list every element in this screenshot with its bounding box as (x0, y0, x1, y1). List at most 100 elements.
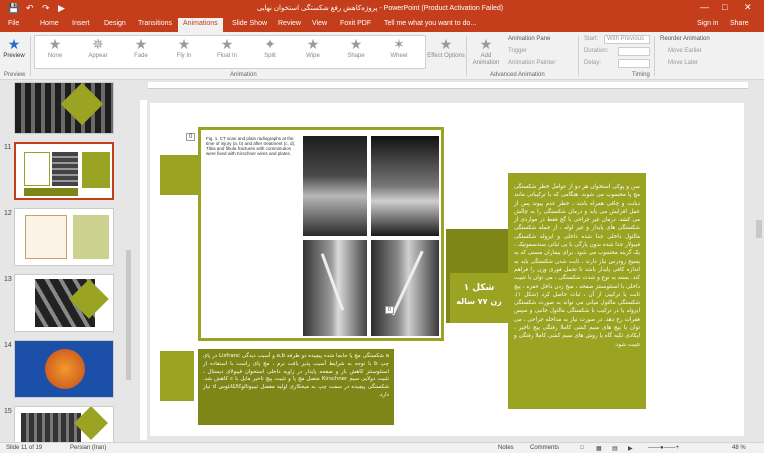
add-animation-icon: ★ (479, 36, 493, 52)
heading-line-1: شکل ۱ (463, 283, 495, 293)
comments-button[interactable]: Comments (530, 445, 559, 451)
slide-number: 11 (4, 144, 12, 151)
undo-icon[interactable]: ↶ (26, 3, 34, 14)
right-body-text[interactable]: سن و پوکی استخوان هر دو از عوامل خطر شکس… (508, 173, 646, 409)
reading-view-icon[interactable]: ▤ (612, 445, 618, 452)
slide-number: 15 (4, 408, 12, 415)
delay-input[interactable] (618, 59, 650, 68)
divider (578, 36, 579, 76)
divider (30, 36, 31, 76)
ct-scan-image-b (371, 136, 439, 236)
save-icon[interactable]: 💾 (8, 3, 19, 14)
tell-me-box[interactable]: Tell me what you want to do... (384, 20, 476, 27)
anim-float-in[interactable]: ★ Float In (206, 36, 248, 59)
tab-review[interactable]: Review (278, 20, 301, 27)
animation-pane-button[interactable]: Animation Pane (508, 36, 550, 42)
anim-shape[interactable]: ★ Shape (335, 36, 377, 59)
thumb-xray (52, 152, 78, 186)
tab-home[interactable]: Home (40, 20, 59, 27)
duration-input[interactable] (618, 47, 650, 56)
star-icon: ★ (177, 36, 191, 52)
normal-view-icon[interactable]: □ (580, 445, 584, 451)
bottom-caption-text[interactable]: a شکستگی مچ پا جابجا شده پیچیده دو طرفه … (198, 349, 394, 425)
status-bar: Slide 11 of 19 Persian (Iran) Notes Comm… (0, 442, 764, 453)
language-indicator[interactable]: Persian (Iran) (70, 445, 106, 451)
slide-scrollbar[interactable] (754, 80, 764, 442)
animation-painter-button[interactable]: Animation Painter (508, 60, 555, 66)
anim-wipe[interactable]: ★ Wipe (292, 36, 334, 59)
redo-icon[interactable]: ↷ (42, 3, 50, 14)
bottom-olive-tab (160, 351, 194, 401)
slide-number: 13 (4, 276, 12, 283)
scrollbar-thumb[interactable] (126, 250, 131, 380)
star-icon: ★ (349, 36, 363, 52)
maximize-icon[interactable]: □ (722, 2, 727, 12)
effect-options-button[interactable]: ★ Effect Options (426, 36, 466, 59)
slide-thumbnail[interactable] (14, 274, 114, 332)
thumb-pelvis-image (45, 349, 85, 389)
move-earlier-button[interactable]: Move Earlier (668, 48, 702, 54)
slide-canvas: 0 Fig. 1. CT scan and plain radiographs … (150, 103, 744, 436)
anim-wheel[interactable]: ✶ Wheel (378, 36, 420, 59)
figure-frame[interactable]: Fig. 1. CT scan and plain radiographs at… (198, 127, 444, 341)
group-label-timing: Timing (632, 72, 650, 78)
divider (654, 36, 655, 76)
slideshow-icon[interactable]: ▶ (628, 445, 633, 452)
zoom-slider[interactable]: ——●——+ (648, 445, 679, 451)
divider (466, 36, 467, 76)
tab-foxit-pdf[interactable]: Foxit PDF (340, 20, 371, 27)
slide-thumbnail[interactable] (14, 406, 114, 442)
anim-fly-in[interactable]: ★ Fly In (163, 36, 205, 59)
star-icon: ★ (48, 36, 62, 52)
slide-thumbnail[interactable] (14, 208, 114, 266)
tab-slide-show[interactable]: Slide Show (232, 20, 267, 27)
horizontal-ruler (148, 82, 748, 89)
start-from-beginning-icon[interactable]: ▶ (58, 3, 65, 14)
thumb-caption-box (24, 188, 78, 196)
trigger-button[interactable]: Trigger (508, 48, 527, 54)
move-later-button[interactable]: Move Later (668, 60, 698, 66)
anim-none[interactable]: ★ None (34, 36, 76, 59)
title-bar: 💾 ↶ ↷ ▶ پروژه‌کاهش رفع شکستگی استخوان نه… (0, 0, 764, 18)
slide-thumbnail[interactable] (14, 340, 114, 398)
start-label: Start: (584, 36, 599, 42)
notes-button[interactable]: Notes (498, 445, 514, 451)
heading-line-2: زن ۷۷ ساله (456, 297, 502, 306)
thumb-xray (21, 413, 81, 442)
preview-button[interactable]: ★ Preview (0, 36, 28, 59)
scrollbar-thumb[interactable] (756, 220, 762, 238)
thumb-text-box (82, 152, 110, 188)
zoom-level[interactable]: 48 % (732, 445, 746, 451)
slide-number: 14 (4, 342, 12, 349)
heading-box[interactable]: شکل ۱ زن ۷۷ ساله (450, 273, 508, 323)
vertical-ruler (140, 100, 147, 440)
slide-thumbnails-pane: 11 12 13 14 15 (0, 80, 124, 442)
tab-insert[interactable]: Insert (72, 20, 90, 27)
anim-split[interactable]: ✦ Split (249, 36, 291, 59)
animation-order-badge: 0 (186, 133, 196, 141)
anim-fade[interactable]: ★ Fade (120, 36, 162, 59)
minimize-icon[interactable]: — (700, 2, 709, 12)
thumbnails-scrollbar[interactable] (124, 80, 133, 442)
tab-view[interactable]: View (312, 20, 327, 27)
tab-file[interactable]: File (8, 20, 19, 27)
left-olive-tab (160, 155, 200, 195)
close-icon[interactable]: ✕ (744, 2, 752, 13)
thumb-diagram (25, 215, 67, 259)
effect-options-icon: ★ (439, 36, 453, 52)
sign-in-link[interactable]: Sign in (697, 20, 718, 27)
slide-thumbnail[interactable] (14, 82, 114, 134)
slide-thumbnail-selected[interactable] (14, 142, 114, 200)
start-dropdown[interactable]: With Previous (604, 35, 650, 44)
tab-animations[interactable]: Animations (178, 18, 223, 32)
star-icon: ✵ (92, 36, 104, 52)
anim-appear[interactable]: ✵ Appear (77, 36, 119, 59)
tab-design[interactable]: Design (104, 20, 126, 27)
share-button[interactable]: Share (730, 20, 749, 27)
tab-transitions[interactable]: Transitions (138, 20, 172, 27)
add-animation-button[interactable]: ★ Add Animation (468, 36, 504, 66)
ribbon: ★ Preview ★ None ✵ Appear ★ Fade ★ Fly In ★ F… (0, 32, 764, 80)
ribbon-tabs: File Home Insert Design Transitions Anim… (0, 18, 764, 32)
star-icon: ✶ (393, 36, 405, 52)
slide-sorter-icon[interactable]: ▦ (596, 445, 602, 452)
